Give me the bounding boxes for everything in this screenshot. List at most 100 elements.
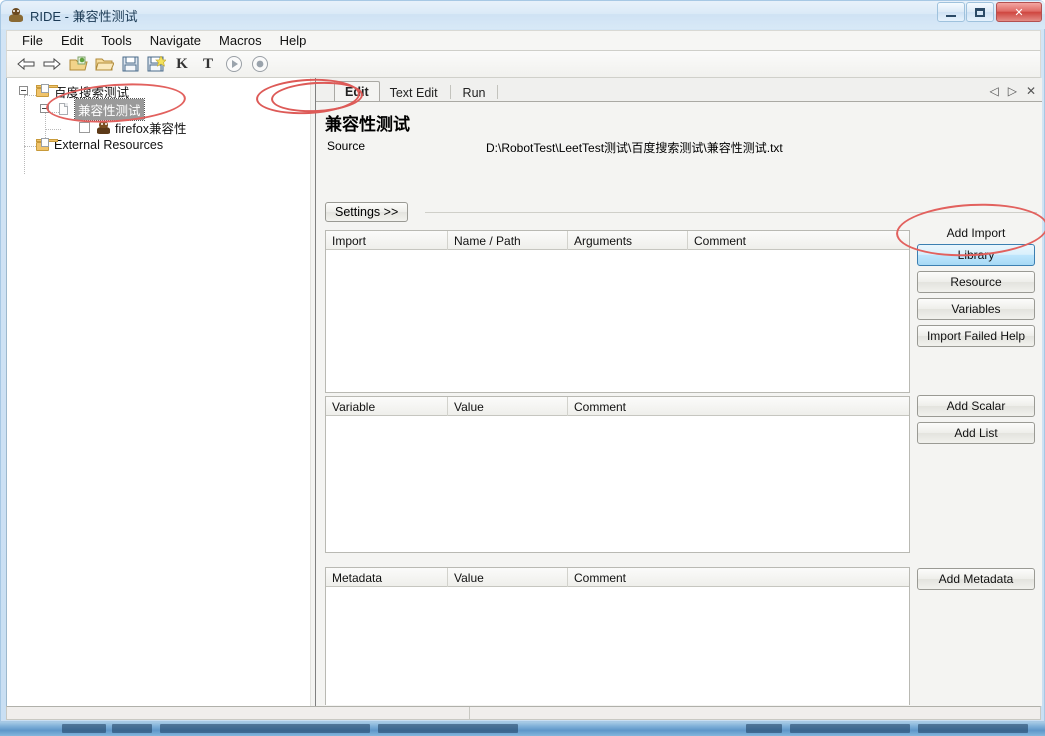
tree-node-test-suite[interactable]: 兼容性测试 (40, 97, 306, 121)
maximize-button[interactable] (966, 2, 994, 22)
source-row: Source D:\RobotTest\LeetTest测试\百度搜索测试\兼容… (327, 139, 1027, 155)
suite-folder-icon (35, 83, 58, 99)
import-buttons-column: Add Import Library Resource Variables Im… (917, 226, 1037, 347)
back-arrow-icon[interactable] (15, 53, 37, 75)
add-library-button[interactable]: Library (917, 244, 1035, 266)
tab-bar-controls: ◁ ▷ ✕ (989, 84, 1036, 98)
taskbar (0, 722, 1045, 736)
taskbar-item[interactable] (378, 724, 518, 733)
title-bar: RIDE - 兼容性测试 ✕ (1, 1, 1045, 29)
menu-item-help[interactable]: Help (271, 31, 316, 50)
editor-tab-bar: Edit Text Edit Run (316, 81, 1042, 102)
status-bar-left (7, 707, 470, 719)
suite-tree-panel[interactable]: 百度搜索测试 兼容性测试 firefox兼容性 External Resourc… (7, 78, 310, 706)
column-header-arguments[interactable]: Arguments (568, 231, 688, 250)
variable-grid-body[interactable] (326, 416, 909, 552)
save-all-icon[interactable] (145, 53, 167, 75)
expander-icon[interactable] (40, 104, 49, 113)
suite-tree: 百度搜索测试 兼容性测试 firefox兼容性 External Resourc… (11, 82, 306, 174)
tree-node-external-resources[interactable]: External Resources (35, 136, 306, 154)
menu-item-edit[interactable]: Edit (52, 31, 92, 50)
application-window: RIDE - 兼容性测试 ✕ File Edit Tools Navigate … (0, 0, 1045, 722)
menu-item-navigate[interactable]: Navigate (141, 31, 210, 50)
tree-node-label: firefox兼容性 (115, 121, 187, 136)
column-header-value[interactable]: Value (448, 568, 568, 587)
taskbar-item[interactable] (160, 724, 370, 733)
settings-toggle-button[interactable]: Settings >> (325, 202, 409, 222)
toolbar: K T (6, 51, 1041, 78)
add-scalar-button[interactable]: Add Scalar (917, 395, 1035, 417)
tab-divider (497, 85, 499, 99)
save-icon[interactable] (119, 53, 141, 75)
resources-folder-icon (35, 137, 58, 153)
expander-icon[interactable] (19, 86, 28, 95)
import-grid-header: Import Name / Path Arguments Comment (326, 231, 909, 250)
add-metadata-button[interactable]: Add Metadata (917, 568, 1035, 590)
taskbar-item[interactable] (112, 724, 152, 733)
metadata-grid-header: Metadata Value Comment (326, 568, 909, 587)
menu-bar: File Edit Tools Navigate Macros Help (6, 30, 1041, 51)
editor-panel: Edit Text Edit Run ◁ ▷ ✕ 兼容性测试 Source D:… (316, 78, 1042, 706)
add-resource-button[interactable]: Resource (917, 271, 1035, 293)
main-area: 百度搜索测试 兼容性测试 firefox兼容性 External Resourc… (6, 78, 1042, 706)
tab-divider (449, 85, 451, 99)
variable-grid[interactable]: Variable Value Comment (325, 396, 910, 553)
minimize-button[interactable] (937, 2, 965, 22)
column-header-comment[interactable]: Comment (688, 231, 911, 250)
column-header-comment[interactable]: Comment (568, 568, 911, 587)
tab-prev-icon[interactable]: ◁ (989, 84, 998, 98)
forward-arrow-icon[interactable] (41, 53, 63, 75)
import-failed-help-button[interactable]: Import Failed Help (917, 325, 1035, 347)
run-icon[interactable] (223, 53, 245, 75)
search-test-icon[interactable]: T (197, 53, 219, 75)
add-variables-button[interactable]: Variables (917, 298, 1035, 320)
source-path-value: D:\RobotTest\LeetTest测试\百度搜索测试\兼容性测试.txt (486, 141, 783, 155)
close-button[interactable]: ✕ (996, 2, 1042, 22)
import-grid[interactable]: Import Name / Path Arguments Comment (325, 230, 910, 393)
taskbar-item[interactable] (790, 724, 910, 733)
column-header-comment[interactable]: Comment (568, 397, 911, 416)
checkbox-icon[interactable] (77, 120, 93, 135)
tree-node-suite[interactable]: 百度搜索测试 (19, 82, 306, 100)
stop-icon[interactable] (249, 53, 271, 75)
status-bar (6, 706, 1041, 720)
metadata-buttons-column: Add Metadata (917, 568, 1037, 598)
search-keyword-icon[interactable]: K (171, 53, 193, 75)
metadata-grid-body[interactable] (326, 587, 909, 704)
tree-node-label: External Resources (54, 138, 164, 152)
metadata-grid[interactable]: Metadata Value Comment (325, 567, 910, 705)
import-grid-body[interactable] (326, 250, 909, 392)
robot-icon (8, 7, 24, 23)
tab-next-icon[interactable]: ▷ (1008, 84, 1017, 98)
tab-text-edit[interactable]: Text Edit (380, 83, 448, 102)
page-title: 兼容性测试 (325, 115, 410, 134)
window-title: RIDE - 兼容性测试 (30, 8, 138, 24)
tab-edit[interactable]: Edit (334, 81, 380, 102)
column-header-value[interactable]: Value (448, 397, 568, 416)
tree-node-test-case[interactable]: firefox兼容性 (77, 118, 306, 136)
tab-close-icon[interactable]: ✕ (1026, 84, 1036, 98)
taskbar-item[interactable] (62, 724, 106, 733)
column-header-import[interactable]: Import (326, 231, 448, 250)
source-label: Source (327, 139, 366, 153)
column-header-variable[interactable]: Variable (326, 397, 448, 416)
open-folder-icon[interactable] (93, 53, 115, 75)
edit-tab-content: 兼容性测试 Source D:\RobotTest\LeetTest测试\百度搜… (316, 101, 1042, 706)
column-header-name-path[interactable]: Name / Path (448, 231, 568, 250)
window-controls: ✕ (936, 2, 1042, 22)
test-case-icon (96, 120, 112, 135)
tab-run[interactable]: Run (453, 83, 496, 102)
menu-item-macros[interactable]: Macros (210, 31, 271, 50)
add-list-button[interactable]: Add List (917, 422, 1035, 444)
variable-buttons-column: Add Scalar Add List (917, 395, 1037, 455)
tree-node-label-selected: 兼容性测试 (74, 97, 145, 121)
column-header-metadata[interactable]: Metadata (326, 568, 448, 587)
test-document-icon (56, 102, 72, 117)
variable-grid-header: Variable Value Comment (326, 397, 909, 416)
open-folder-green-icon[interactable] (67, 53, 89, 75)
menu-item-tools[interactable]: Tools (92, 31, 140, 50)
taskbar-item[interactable] (746, 724, 782, 733)
add-import-label: Add Import (946, 226, 1006, 240)
menu-item-file[interactable]: File (13, 31, 52, 50)
taskbar-item[interactable] (918, 724, 1028, 733)
